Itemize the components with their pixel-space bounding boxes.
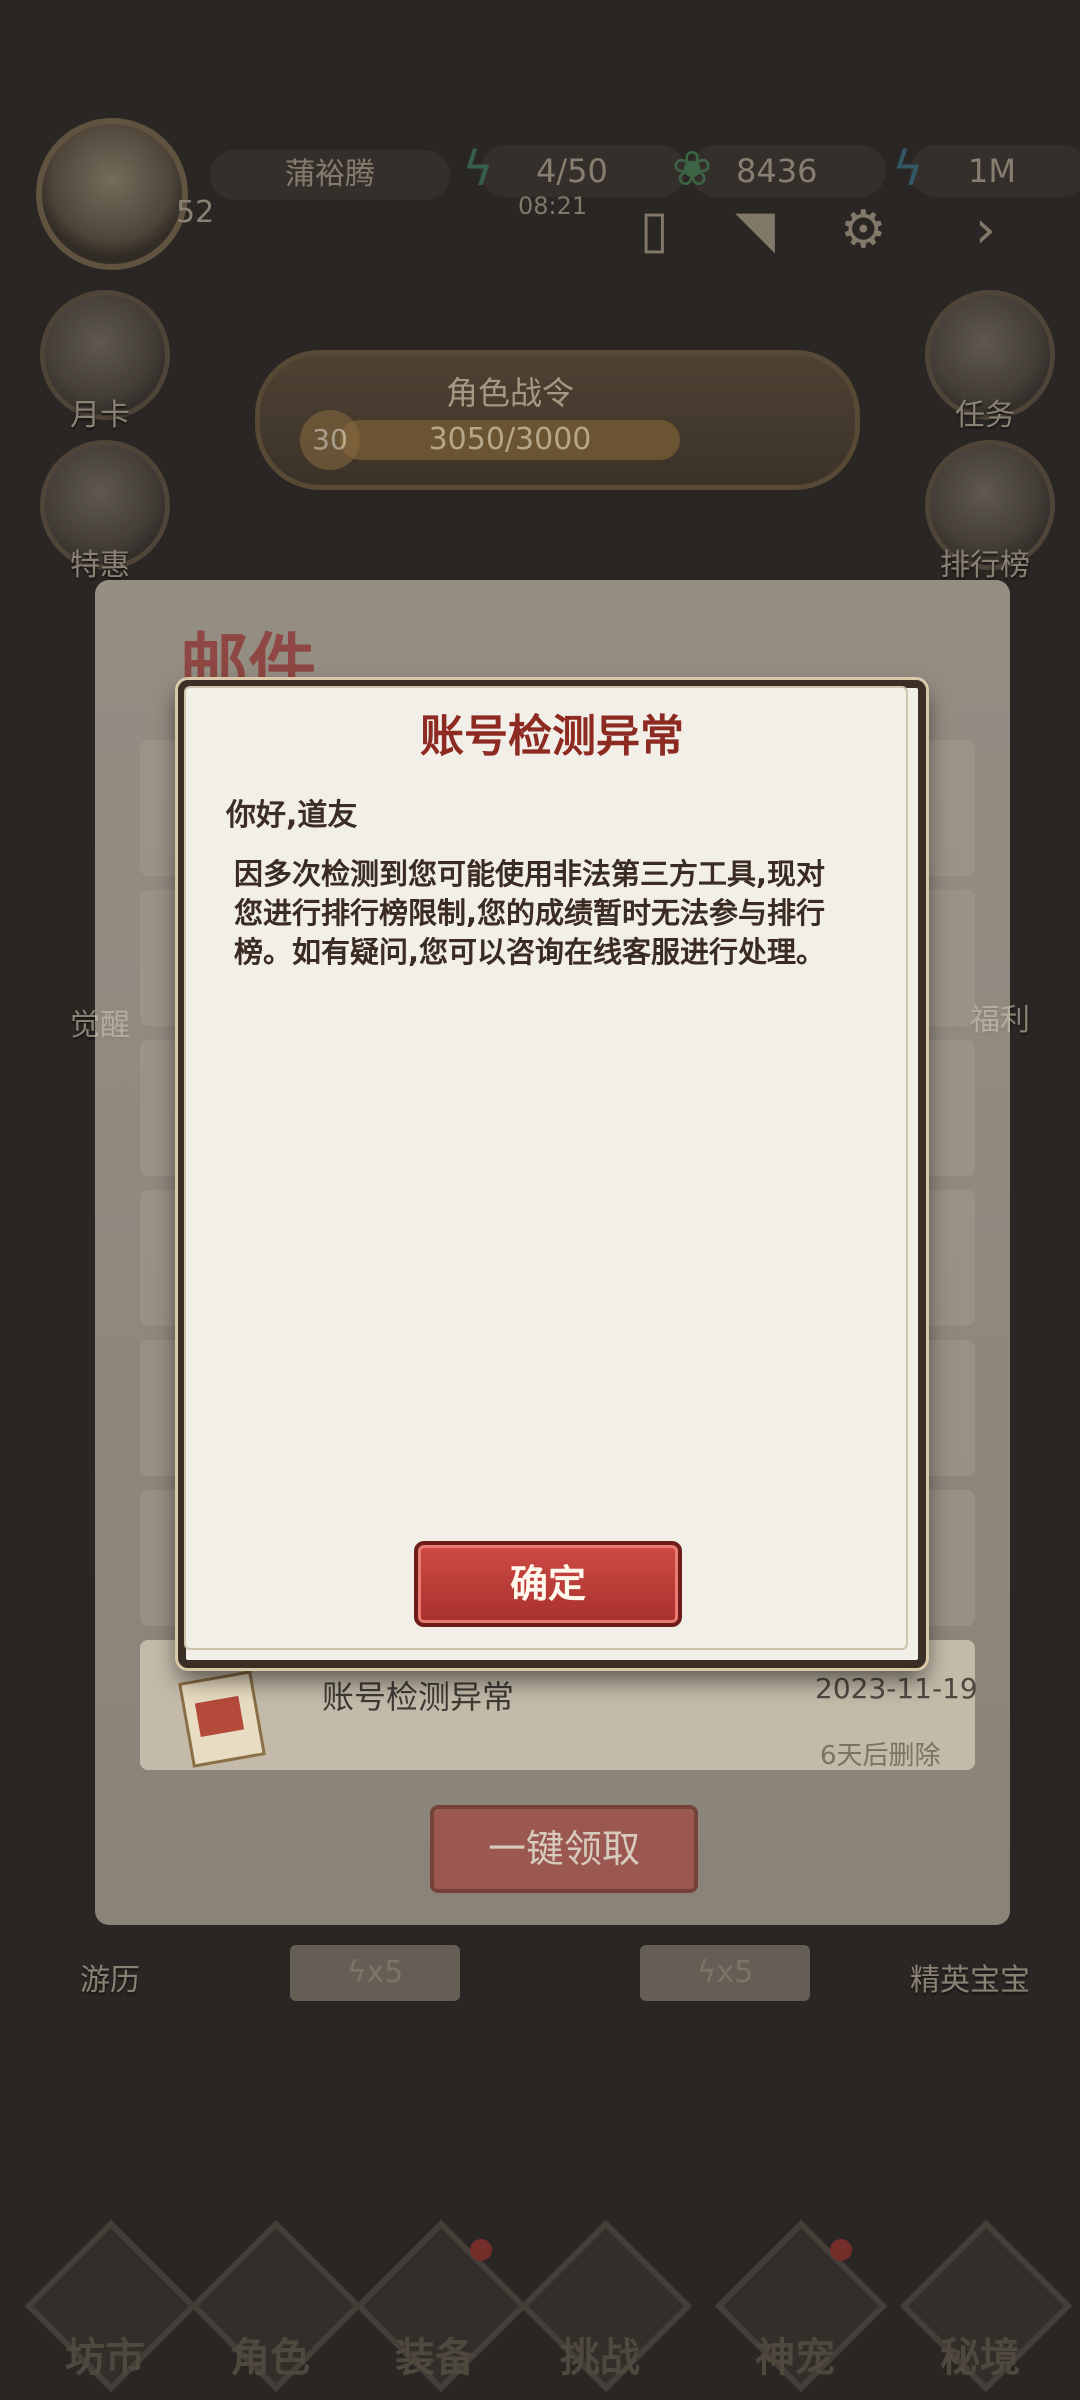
sidebar-item-leaderboard[interactable]: 排行榜 [925, 440, 1055, 584]
scroll-icon[interactable]: ▯ [640, 200, 669, 260]
sidebar-label: 特惠 [70, 548, 130, 583]
nav-equipment[interactable]: 装备 [354, 2219, 528, 2395]
battle-pass-title: 角色战令 [445, 374, 574, 412]
settings-gear-icon[interactable]: ⚙ [840, 200, 887, 260]
nav-label: 神宠 [755, 2334, 835, 2381]
player-level: 52 [176, 195, 215, 230]
nav-realm[interactable]: 秘境 [899, 2219, 1073, 2395]
sidebar-label: 排行榜 [940, 548, 1030, 583]
battle-pass-progress-text: 3050/3000 [428, 422, 592, 457]
jade-icon: ❀ [672, 141, 713, 197]
nav-market[interactable]: 坊市 [24, 2219, 198, 2395]
sidebar-label: 精英宝宝 [910, 1963, 1030, 1998]
nav-label: 坊市 [65, 2334, 145, 2381]
notification-dot [470, 2239, 492, 2261]
nav-label: 挑战 [560, 2334, 640, 2381]
sidebar-item-special-offer[interactable]: 特惠 [40, 440, 170, 584]
energy-slot: ϟx5 [640, 1945, 810, 2001]
mail-row-date: 2023-11-19 [815, 1672, 978, 1705]
nav-challenge[interactable]: 挑战 [519, 2219, 693, 2395]
sidebar-item-tasks[interactable]: 任务 [925, 290, 1055, 434]
energy-timer: 08:21 [518, 192, 588, 220]
mail-row-expiry: 6天后删除 [820, 1741, 941, 1771]
spirit-value: 1M [968, 152, 1016, 190]
sidebar-item-elite[interactable]: 精英宝宝 [880, 1955, 1060, 1999]
mail-envelope-icon [178, 1670, 266, 1768]
nav-character[interactable]: 角色 [189, 2219, 363, 2395]
player-name: 蒲裕腾 [210, 150, 450, 200]
nav-label: 秘境 [940, 2334, 1020, 2381]
claim-all-button[interactable]: 一键领取 [430, 1805, 698, 1893]
dialog-title: 账号检测异常 [420, 711, 684, 762]
dialog-message: 因多次检测到您可能使用非法第三方工具,现对您进行排行榜限制,您的成绩暂时无法参与… [234, 857, 826, 969]
notification-dot [830, 2239, 852, 2261]
mail-row-subject: 账号检测异常 [322, 1678, 515, 1716]
nav-label: 装备 [395, 2334, 475, 2381]
spirit-counter[interactable]: ϟ 1M [892, 141, 1080, 197]
horn-icon[interactable]: ◥ [735, 200, 775, 260]
lightning-icon: ϟ [346, 1955, 367, 1990]
energy-icon: ϟ [462, 141, 494, 197]
sidebar-item-monthly-card[interactable]: 月卡 [40, 290, 170, 434]
energy-slot: ϟx5 [290, 1945, 460, 2001]
jade-value: 8436 [736, 152, 818, 190]
lightning-icon: ϟ [696, 1955, 717, 1990]
energy-slot-count: x5 [716, 1955, 754, 1990]
sidebar-item-travel[interactable]: 游历 [40, 1955, 180, 1999]
chevron-right-icon[interactable]: › [975, 200, 996, 260]
energy-slot-count: x5 [366, 1955, 404, 1990]
jade-counter[interactable]: ❀ 8436 [672, 141, 886, 197]
sidebar-label: 游历 [80, 1963, 140, 1998]
top-bar: 52 蒲裕腾 ϟ 4/50 08:21 ❀ 8436 ϟ 1M ▯ ◥ ⚙ › [0, 0, 1080, 270]
energy-value: 4/50 [536, 152, 608, 190]
sidebar-label: 任务 [955, 398, 1015, 433]
dialog-greeting: 你好,道友 [226, 798, 358, 833]
battle-pass-level: 30 [300, 410, 360, 470]
sidebar-label: 月卡 [70, 398, 130, 433]
spirit-icon: ϟ [892, 141, 924, 197]
nav-label: 角色 [230, 2334, 310, 2381]
confirm-button[interactable]: 确定 [414, 1541, 682, 1627]
nav-pet[interactable]: 神宠 [714, 2219, 888, 2395]
player-avatar[interactable] [36, 118, 188, 270]
energy-counter[interactable]: ϟ 4/50 [462, 141, 686, 197]
